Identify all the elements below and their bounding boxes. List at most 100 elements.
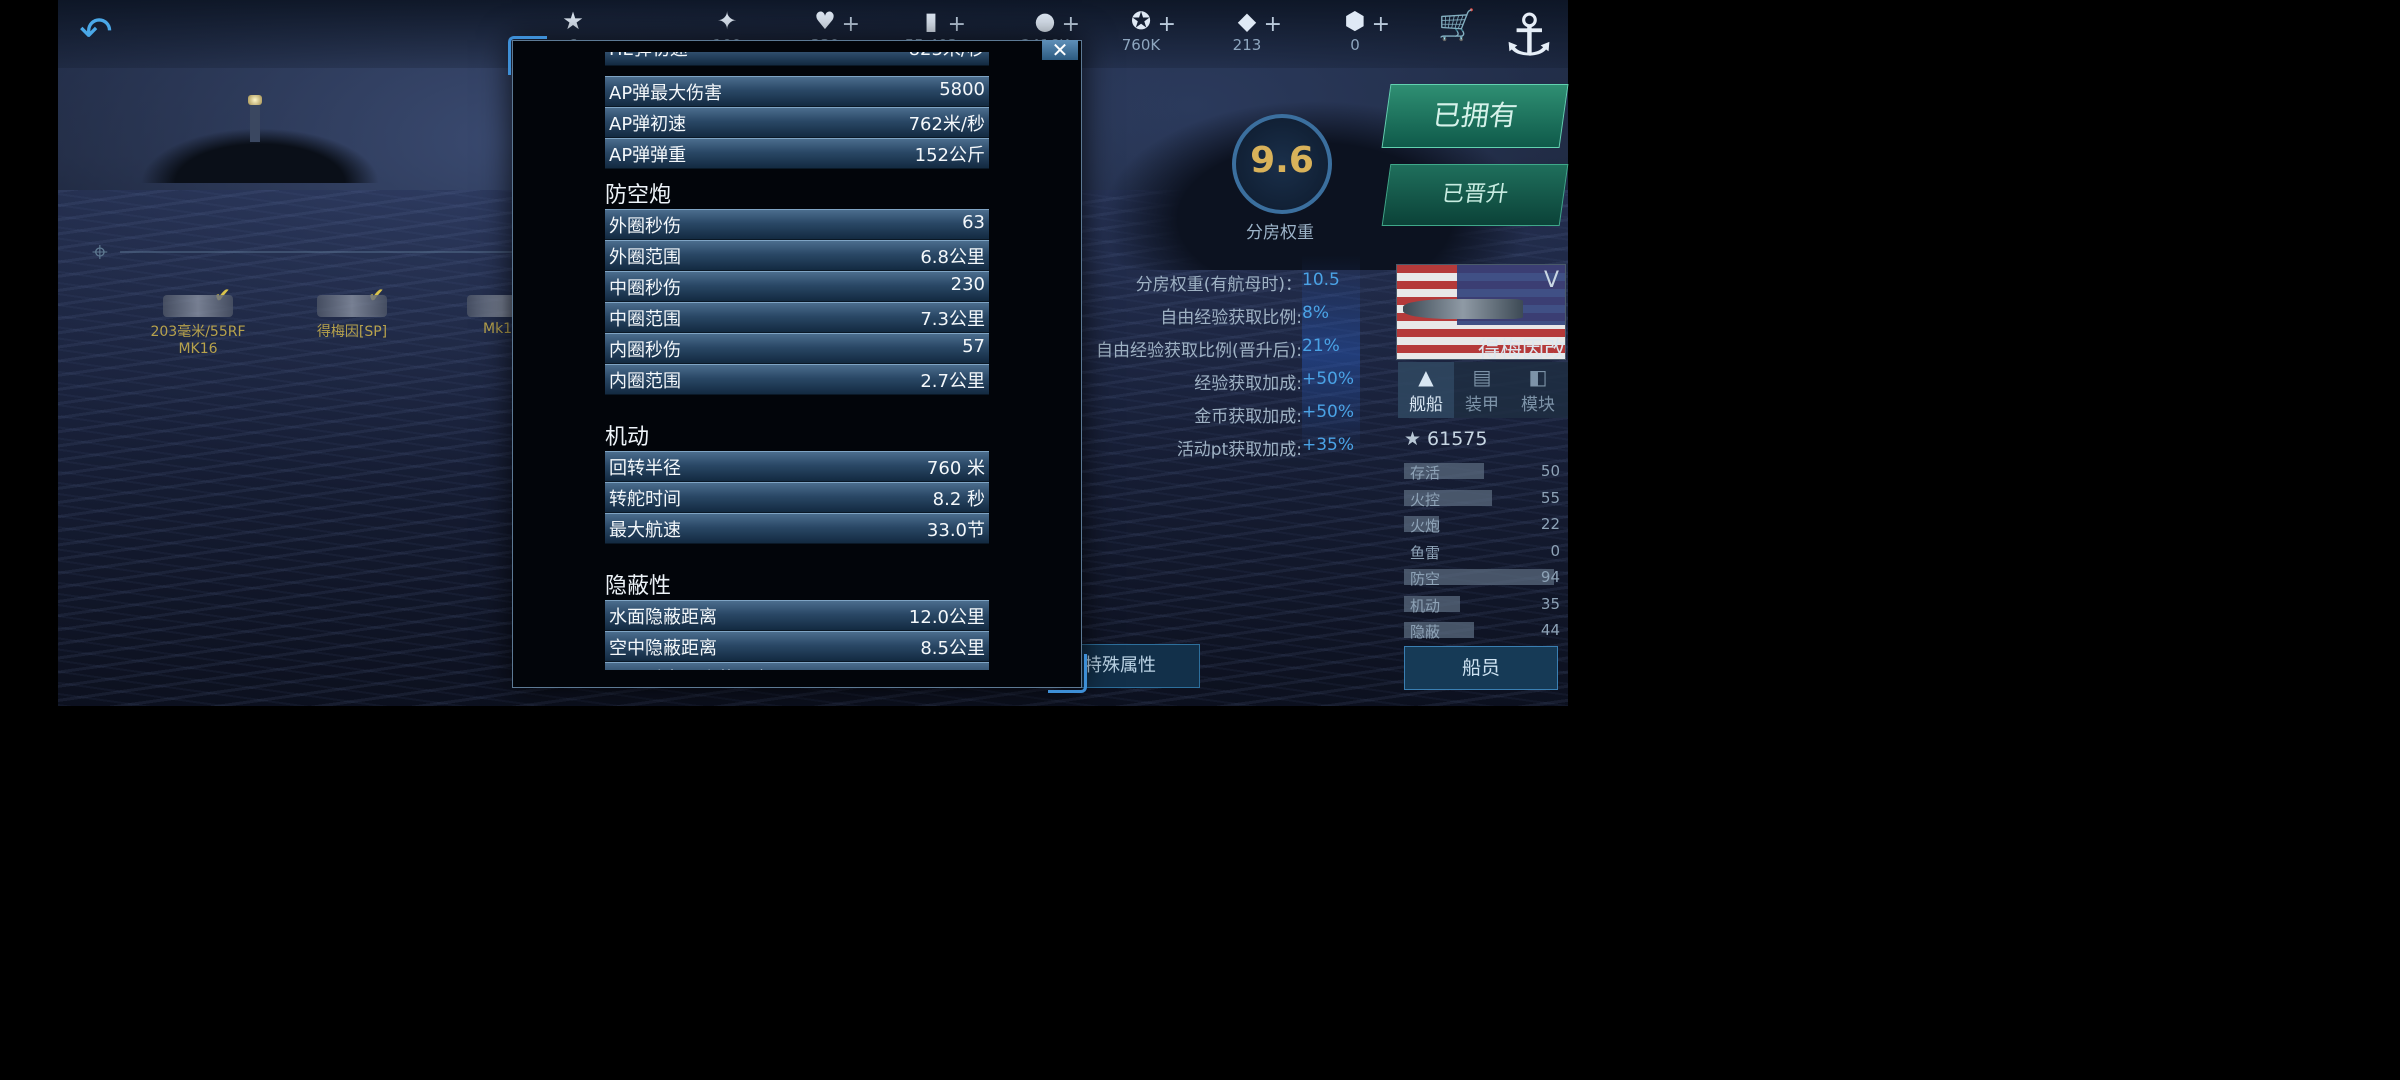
attribute-value: 44 [1540, 621, 1560, 639]
section-title: 机动 [605, 425, 650, 450]
equipment-item-sublabel: MK16 [178, 341, 218, 357]
bonus-stat-value: +50% [1302, 402, 1355, 422]
stat-name: 中圈范围 [609, 309, 681, 330]
back-arrow-icon[interactable]: ↶ [70, 12, 122, 52]
stat-value: 33.0节 [926, 520, 985, 541]
lighthouse-light [248, 95, 262, 105]
bonus-stat-value: 21% [1302, 336, 1340, 356]
stat-name: 外圈秒伤 [609, 216, 681, 237]
attribute-value: 55 [1540, 488, 1560, 507]
medal-icon: ✪ [1130, 7, 1152, 35]
stat-value: 12.0公里 [908, 607, 985, 628]
attribute-name: 火控 [1410, 490, 1441, 509]
star-icon: ★ [1404, 428, 1422, 450]
stat-row: AP弹弹重 152公斤 [605, 138, 989, 169]
attribute-row: 存活 50 [1404, 460, 1564, 482]
stats-scroll-area[interactable]: HE弹初速 823米/秒 AP弹最大伤害 5800 AP弹初速 762米/秒 AP弹弹重 15… [512, 52, 1080, 670]
heart-icon: ♥ [814, 7, 836, 35]
bonus-stat-value: +50% [1302, 369, 1355, 389]
plus-icon[interactable]: + [948, 12, 966, 37]
lighthouse [250, 100, 260, 142]
resource-value: 760K [1121, 36, 1161, 54]
shop-cart-icon[interactable]: 🛒 [1432, 8, 1482, 48]
bonus-stat-row: 活动pt获取加成: +35% [1060, 433, 1356, 461]
plus-icon[interactable]: + [1062, 12, 1080, 37]
stat-row: 内圈秒伤 57 [605, 333, 989, 364]
bonus-stat-value: +35% [1302, 435, 1355, 455]
stat-value: 7.3公里 [920, 309, 985, 330]
gun-model-icon [163, 295, 233, 317]
stat-row: 中圈秒伤 230 [605, 271, 989, 302]
attribute-value: 50 [1540, 462, 1560, 480]
attribute-row: 隐蔽 44 [1404, 619, 1564, 641]
plus-icon[interactable]: + [1372, 12, 1390, 37]
stat-value: 762米/秒 [908, 114, 985, 135]
resource-value: 0 [1350, 36, 1360, 54]
bonus-stat-row: 自由经验获取比例: 8% [1060, 301, 1356, 329]
plus-icon[interactable]: + [1158, 12, 1176, 37]
stat-row: 开火后水面隐蔽距离 18.0公里 [605, 662, 989, 670]
stat-row: AP弹初速 762米/秒 [605, 107, 989, 138]
anchor-logo-icon[interactable]: ⚓ [1496, 0, 1562, 72]
stat-value: 6.8公里 [920, 247, 985, 268]
bonus-stat-label: 自由经验获取比例(晋升后): [1096, 341, 1302, 361]
stat-name: HE弹初速 [609, 52, 688, 61]
stat-value: 152公斤 [914, 145, 985, 166]
ship-name: 得梅因改 [1478, 338, 1567, 363]
stat-name: AP弹最大伤害 [609, 83, 723, 104]
stat-value: 230 [950, 274, 985, 295]
tab-ship[interactable]: ▲ 舰船 [1398, 362, 1454, 418]
attribute-value: 0 [1550, 541, 1560, 560]
stat-row: HE弹初速 823米/秒 [605, 52, 989, 66]
bonus-stat-label: 活动pt获取加成: [1176, 440, 1302, 460]
bonus-stat-value: 10.5 [1302, 270, 1340, 290]
ship-icon: ▲ [1418, 365, 1434, 389]
equipment-item-gun[interactable]: ✔ 203毫米/55RF MK16 [128, 283, 268, 357]
resource-medal[interactable]: ✪ +760K [1096, 2, 1186, 62]
rank-badge-icon: ★ [562, 7, 584, 35]
stat-row: 最大航速 33.0节 [605, 513, 989, 544]
attribute-name: 隐蔽 [1410, 623, 1441, 641]
stat-value: 63 [962, 212, 985, 233]
plus-icon[interactable]: + [1264, 12, 1282, 37]
plus-icon[interactable]: + [842, 12, 860, 37]
crosshair-icon: ⌖ [92, 235, 108, 268]
armor-icon: ▤ [1472, 365, 1492, 389]
resource-gem[interactable]: ⬢ +0 [1310, 2, 1400, 62]
diamond-icon: ◆ [1237, 7, 1257, 35]
matchmaking-rating-label: 分房权重 [1246, 223, 1314, 243]
stat-name: 开火后水面隐蔽距离 [609, 665, 771, 670]
attribute-name: 火炮 [1410, 517, 1441, 535]
island-silhouette [140, 128, 380, 183]
attribute-value: 94 [1540, 568, 1560, 586]
attribute-row: 鱼雷 0 [1404, 540, 1564, 562]
attribute-value: 35 [1540, 594, 1560, 613]
tab-modules[interactable]: ◧ 模块 [1510, 362, 1566, 418]
attribute-name: 鱼雷 [1410, 543, 1441, 562]
stat-row: 外圈范围 6.8公里 [605, 240, 989, 271]
attribute-row: 火控 55 [1404, 487, 1564, 509]
owned-button[interactable]: 已拥有 [1381, 84, 1569, 148]
stat-value: 5800 [939, 79, 985, 100]
ship-model-icon [317, 295, 387, 317]
attribute-value: 22 [1540, 515, 1560, 533]
promoted-button[interactable]: 已晋升 [1381, 164, 1569, 226]
crew-button[interactable]: 船员 [1404, 646, 1558, 690]
tab-armor[interactable]: ▤ 装甲 [1454, 362, 1510, 418]
tab-label: 装甲 [1465, 395, 1499, 415]
close-icon[interactable]: ✕ [1042, 40, 1078, 60]
compass-icon: ✦ [716, 7, 738, 35]
section-title: 防空炮 [605, 183, 672, 208]
bonus-stat-row: 金币获取加成: +50% [1060, 400, 1356, 428]
card-icon: ▮ [924, 7, 938, 35]
stat-row: 外圈秒伤 63 [605, 209, 989, 240]
resource-diamond[interactable]: ◆ +213 [1202, 2, 1292, 62]
stat-value: 8.2 秒 [932, 489, 985, 510]
stat-row: 内圈范围 2.7公里 [605, 364, 989, 395]
attribute-name: 机动 [1410, 596, 1441, 615]
gem-icon: ⬢ [1344, 7, 1366, 35]
ship-hull-image [1403, 299, 1523, 319]
bonus-stat-row: 经验获取加成: +50% [1060, 367, 1356, 395]
stat-name: 回转半径 [609, 458, 681, 479]
equipment-item-ship[interactable]: ✔ 得梅因[SP] [282, 283, 422, 341]
